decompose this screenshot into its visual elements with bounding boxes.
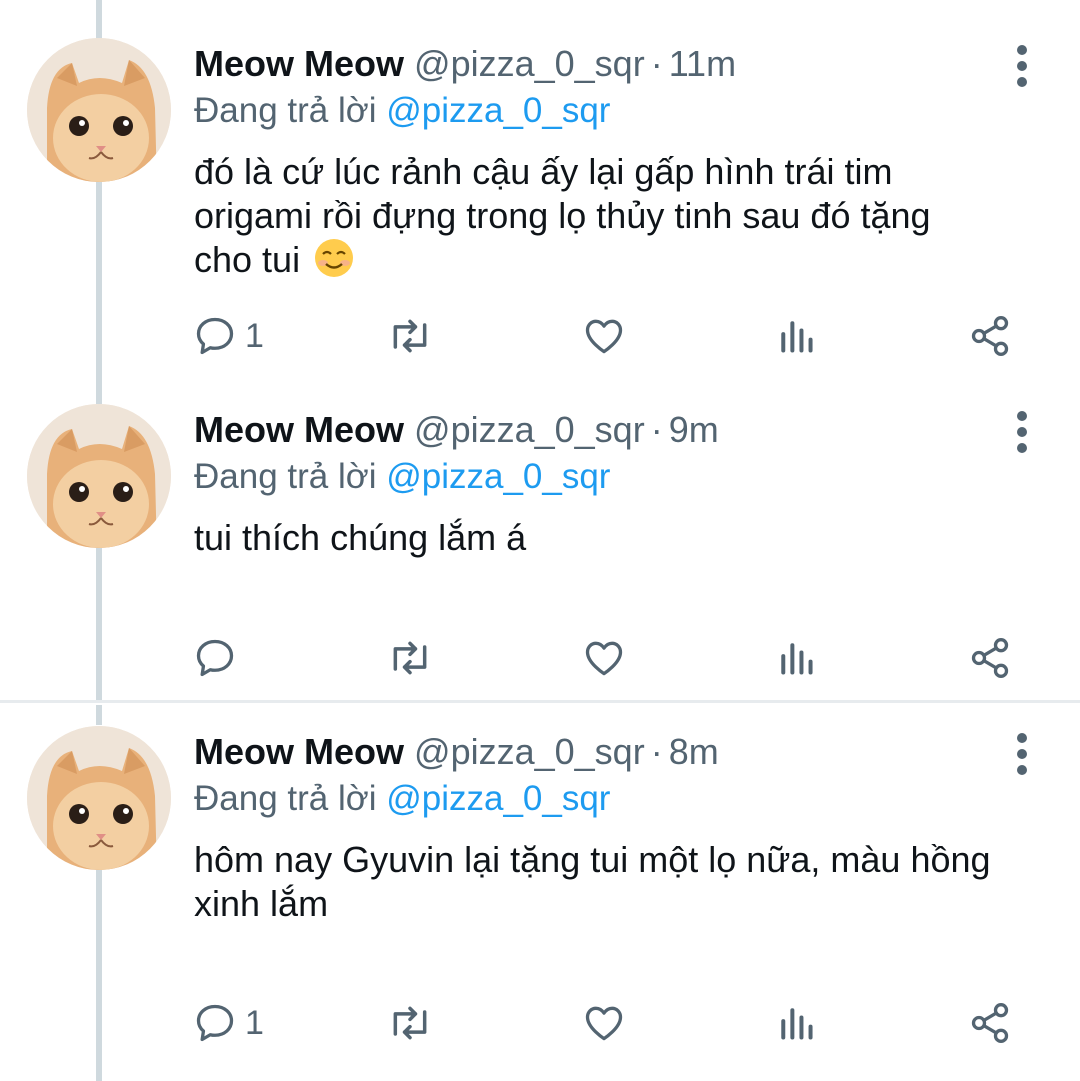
replying-to-label: Đang trả lời: [194, 779, 377, 818]
avatar[interactable]: [27, 726, 171, 870]
tweet-header: Meow Meow @pizza_0_sqr · 8m: [194, 732, 719, 772]
more-options-button[interactable]: [1004, 731, 1040, 777]
reply-button[interactable]: 1: [193, 993, 264, 1053]
retweet-button[interactable]: [386, 993, 434, 1053]
like-button[interactable]: [582, 993, 626, 1053]
reply-count: 1: [245, 1003, 264, 1042]
more-vertical-icon: [1017, 733, 1027, 743]
separator-dot: ·: [650, 731, 663, 772]
tweet-text-line: hôm nay Gyuvin lại tặng tui một lọ nữa, …: [194, 839, 991, 880]
tweet-text-line: xinh lắm: [194, 883, 329, 924]
tweet[interactable]: Meow Meow @pizza_0_sqr · 8m Đang trả lời @…: [0, 0, 1080, 1081]
tweet-text: hôm nay Gyuvin lại tặng tui một lọ nữa, …: [194, 838, 1054, 926]
replying-to: Đang trả lời @pizza_0_sqr: [194, 779, 610, 819]
retweet-icon: [393, 1006, 427, 1040]
display-name[interactable]: Meow Meow: [194, 731, 404, 772]
cat-avatar-image: [27, 726, 171, 870]
timestamp[interactable]: 8m: [669, 731, 719, 772]
reply-icon: [196, 1004, 234, 1042]
mention-link[interactable]: @pizza_0_sqr: [386, 779, 610, 818]
analytics-icon: [781, 1008, 813, 1040]
share-icon: [971, 1003, 1009, 1043]
views-button[interactable]: [776, 993, 816, 1053]
heart-icon: [585, 1006, 623, 1041]
tweet-actions: 1: [0, 993, 1080, 1053]
user-handle[interactable]: @pizza_0_sqr: [414, 731, 645, 772]
share-button[interactable]: [968, 993, 1012, 1053]
